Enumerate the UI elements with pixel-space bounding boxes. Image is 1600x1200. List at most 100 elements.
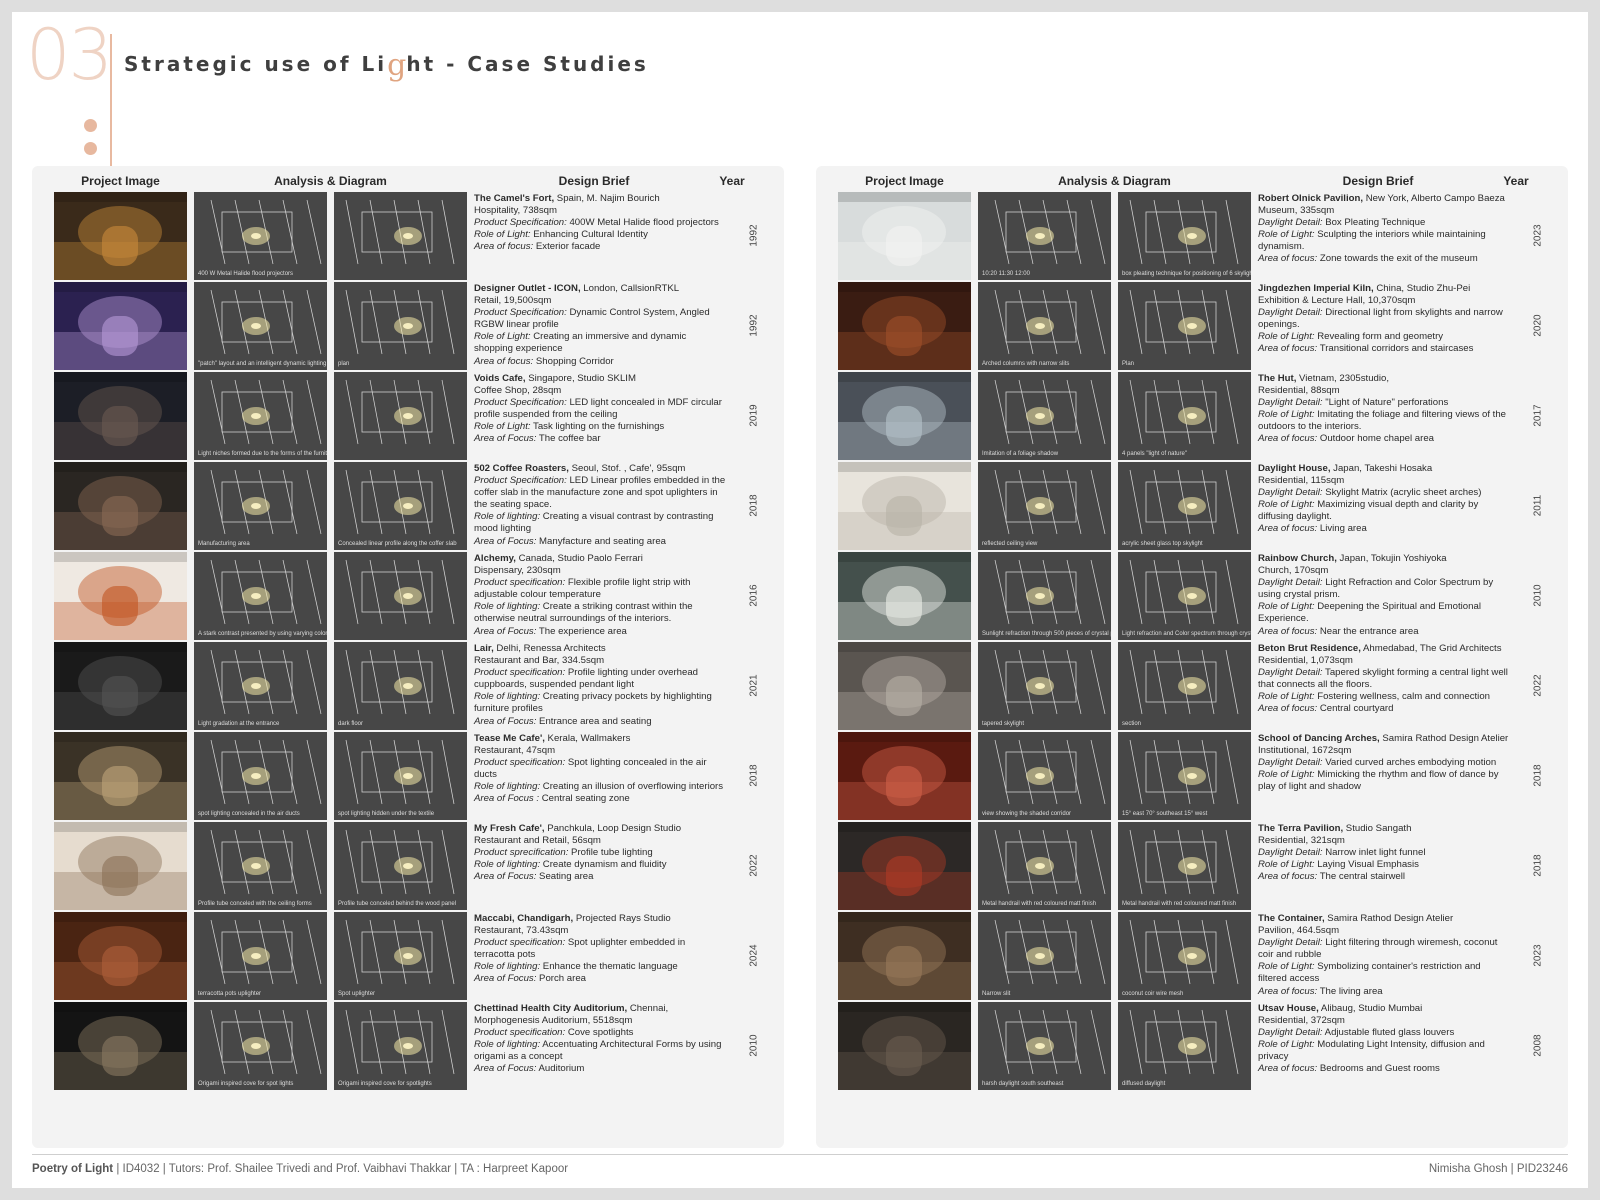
- brief-label: Role of Light:: [1258, 601, 1315, 613]
- design-brief: Beton Brut Residence, Ahmedabad, The Gri…: [1258, 643, 1511, 716]
- project-name: 502 Coffee Roasters,: [474, 463, 569, 474]
- brief-line: Role of lighting: Create a striking cont…: [474, 601, 727, 625]
- case-row: terracotta pots uplighter Spot uplighter M…: [54, 912, 774, 1000]
- diagram-caption: Light gradation at the entrance: [198, 721, 280, 727]
- project-location: Kerala, Wallmakers: [544, 733, 631, 744]
- diagram-caption: 400 W Metal Halide flood projectors: [198, 271, 294, 277]
- brief-label: Role of Light:: [1258, 961, 1315, 973]
- case-row: Narrow slit coconut coir wire mesh The Con…: [838, 912, 1558, 1000]
- project-year: 1992: [748, 224, 760, 247]
- brief-text: Residential, 321sqm: [1258, 835, 1345, 847]
- design-brief: Utsav House, Alibaug, Studio Mumbai Resid…: [1258, 1003, 1511, 1076]
- brief-text: Enhancing Cultural Identity: [530, 229, 648, 241]
- diagram-caption: diffused daylight: [1122, 1081, 1166, 1087]
- diagram-caption: Light refraction and Color spectrum thro…: [1122, 631, 1251, 637]
- brief-label: Product specification:: [474, 577, 566, 589]
- analysis-diagram: Origami inspired cove for spot lights: [194, 1002, 327, 1090]
- footer-project-name: Poetry of Light: [32, 1163, 114, 1175]
- analysis-diagram: plan: [334, 282, 467, 370]
- brief-title: Utsav House, Alibaug, Studio Mumbai: [1258, 1003, 1511, 1015]
- project-photo: [54, 462, 187, 550]
- brief-text: Restaurant, 73.43sqm: [474, 925, 569, 937]
- project-photo: [838, 372, 971, 460]
- brief-label: Daylight Detail:: [1258, 847, 1323, 859]
- brief-text: Cove spotlights: [565, 1027, 634, 1039]
- case-row: spot lighting concealed in the air ducts…: [54, 732, 774, 820]
- design-brief: Voids Cafe, Singapore, Studio SKLIM Coffe…: [474, 373, 727, 446]
- brief-line: Church, 170sqm: [1258, 565, 1511, 577]
- brief-title: Chettinad Health City Auditorium, Chenna…: [474, 1003, 727, 1027]
- header-project-image: Project Image: [865, 174, 944, 188]
- case-table-right: Project Image Analysis & Diagram Design …: [816, 166, 1568, 1148]
- project-photo: [838, 1002, 971, 1090]
- analysis-diagram: Light gradation at the entrance: [194, 642, 327, 730]
- brief-line: Role of lighting: Creating a visual cont…: [474, 511, 727, 535]
- analysis-diagram: Origami inspired cove for spotlights: [334, 1002, 467, 1090]
- brief-label: Daylight Detail:: [1258, 1027, 1323, 1039]
- design-brief: The Container, Samira Rathod Design Atel…: [1258, 913, 1511, 998]
- case-row: Light niches formed due to the forms of …: [54, 372, 774, 460]
- project-year: 2023: [1532, 224, 1544, 247]
- brief-label: Role of lighting:: [474, 961, 541, 973]
- brief-line: Area of focus: Exterior facade: [474, 241, 727, 253]
- diagram-caption: Origami inspired cove for spot lights: [198, 1081, 294, 1087]
- analysis-diagram: Narrow slit: [978, 912, 1111, 1000]
- brief-line: Restaurant and Retail, 56sqm: [474, 835, 727, 847]
- brief-label: Area of focus:: [1258, 985, 1318, 997]
- analysis-diagram: tapered skylight: [978, 642, 1111, 730]
- brief-label: Area of Focus:: [474, 625, 537, 637]
- footer-credits: Poetry of Light | ID4032 | Tutors: Prof.…: [32, 1163, 568, 1175]
- analysis-diagram: dark floor: [334, 642, 467, 730]
- diagram-caption: harsh daylight south southeast: [982, 1081, 1064, 1087]
- project-name: The Container,: [1258, 913, 1325, 924]
- diagram-caption: Arched columns with narrow slits: [982, 361, 1070, 367]
- project-photo: [838, 822, 971, 910]
- brief-text: "Light of Nature" perforations: [1322, 397, 1449, 409]
- analysis-diagram: section: [1118, 642, 1251, 730]
- analysis-diagram: [334, 192, 467, 280]
- brief-line: Role of lighting: Enhance the thematic l…: [474, 961, 727, 973]
- analysis-diagram: 15° east 70° southeast 15° west: [1118, 732, 1251, 820]
- project-year: 2023: [1532, 944, 1544, 967]
- brief-label: Role of Light:: [474, 331, 531, 343]
- brief-line: Role of Light: Deepening the Spiritual a…: [1258, 601, 1511, 625]
- brief-title: Rainbow Church, Japan, Tokujin Yoshiyoka: [1258, 553, 1511, 565]
- diagram-caption: Imitation of a foliage shadow: [982, 451, 1059, 457]
- brief-line: Role of Light: Maximizing visual depth a…: [1258, 499, 1511, 523]
- diagram-caption: Profile tube conceled with the ceiling f…: [198, 901, 312, 907]
- brief-line: Area of focus: Transitional corridors an…: [1258, 343, 1511, 355]
- brief-line: Role of Light: Revealing form and geomet…: [1258, 331, 1511, 343]
- brief-label: Area of focus:: [474, 241, 534, 253]
- brief-text: Auditorium: [536, 1063, 585, 1075]
- brief-title: Robert Olnick Pavilion, New York, Albert…: [1258, 193, 1511, 205]
- brief-label: Area of focus:: [1258, 1063, 1318, 1075]
- case-row: 400 W Metal Halide flood projectors The C…: [54, 192, 774, 280]
- diagram-caption: dark floor: [338, 721, 364, 727]
- brief-title: The Container, Samira Rathod Design Atel…: [1258, 913, 1511, 925]
- brief-label: Product specification:: [474, 937, 566, 949]
- project-year: 2010: [748, 1034, 760, 1057]
- brief-text: Entrance area and seating: [536, 715, 652, 727]
- design-brief: Robert Olnick Pavilion, New York, Albert…: [1258, 193, 1511, 266]
- design-brief: Daylight House, Japan, Takeshi Hosaka Res…: [1258, 463, 1511, 536]
- project-photo: [54, 912, 187, 1000]
- analysis-diagram: spot lighting hidden under the textile: [334, 732, 467, 820]
- case-row: Origami inspired cove for spot lights Ori…: [54, 1002, 774, 1090]
- analysis-diagram: Sunlight refraction through 500 pieces o…: [978, 552, 1111, 640]
- brief-text: Residential, 115sqm: [1258, 475, 1345, 487]
- brief-text: Seating area: [536, 871, 594, 883]
- project-name: Lair,: [474, 643, 494, 654]
- decor-dot: [84, 119, 97, 132]
- diagram-caption: tapered skylight: [982, 721, 1025, 727]
- brief-line: Area of Focus: Porch area: [474, 973, 727, 985]
- project-photo: [54, 372, 187, 460]
- brief-line: Product specification: Profile lighting …: [474, 667, 727, 691]
- brief-line: Product sprecification: Profile tube lig…: [474, 847, 727, 859]
- brief-label: Product specification:: [474, 667, 566, 679]
- project-location: Delhi, Renessa Architects: [493, 643, 606, 654]
- project-year: 2010: [1532, 584, 1544, 607]
- design-brief: Tease Me Cafe', Kerala, Wallmakers Restau…: [474, 733, 727, 806]
- brief-text: Coffee Shop, 28sqm: [474, 385, 562, 397]
- project-location: Japan, Takeshi Hosaka: [1330, 463, 1433, 474]
- project-photo: [54, 192, 187, 280]
